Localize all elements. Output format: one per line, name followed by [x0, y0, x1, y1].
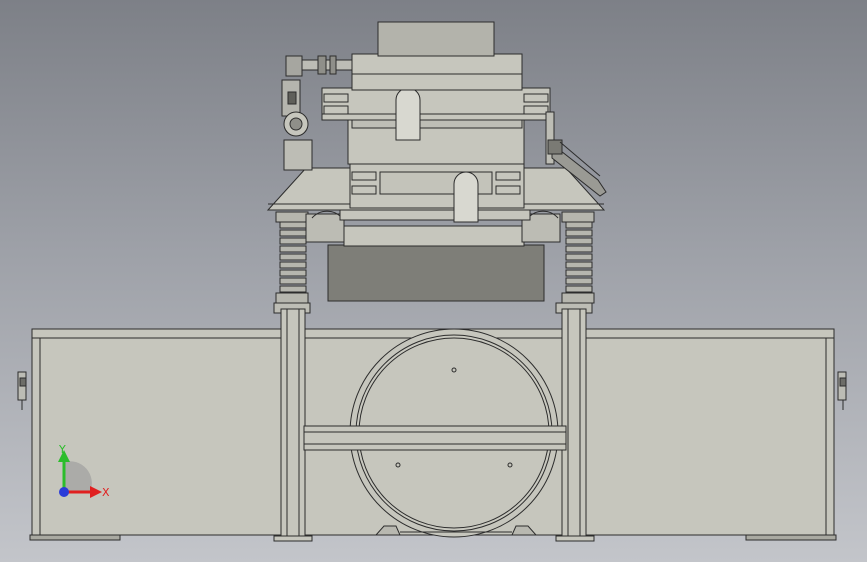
left-spring [275, 211, 309, 304]
upper-slot-left-2 [323, 105, 349, 115]
upper-inlet-spout [395, 87, 421, 141]
x-axis-arrow [90, 486, 102, 498]
right-latch [837, 371, 847, 410]
lower-slot-left-2 [351, 185, 377, 195]
lower-slot-right-2 [495, 185, 521, 195]
vibrating-screen-assembly-model[interactable] [0, 0, 867, 562]
left-latch [17, 371, 27, 410]
ring-hole-top [451, 367, 457, 373]
ring-hole-left [395, 462, 401, 468]
cad-viewport[interactable]: Y X [0, 0, 867, 562]
upper-slot-left-1 [323, 93, 349, 103]
z-axis-point [59, 487, 69, 497]
lower-inlet-spout [453, 171, 479, 223]
right-spring [561, 211, 595, 304]
triad-rotation-arc [64, 461, 92, 492]
base-right-foot [745, 534, 837, 541]
top-cover [351, 53, 523, 91]
ring-hole-right [507, 462, 513, 468]
crossbar [303, 425, 567, 451]
hopper-neck [343, 225, 525, 247]
top-box [377, 21, 495, 57]
lower-slot-right-1 [495, 171, 521, 181]
x-axis-label: X [102, 486, 110, 499]
y-axis-label: Y [59, 443, 66, 456]
upper-frame [321, 87, 551, 121]
upper-slot-right-1 [523, 93, 549, 103]
base-left-foot [29, 534, 121, 541]
left-motor [305, 213, 345, 243]
discharge-hopper [327, 244, 545, 302]
lower-slot-left-1 [351, 171, 377, 181]
upper-slot-right-2 [523, 105, 549, 115]
